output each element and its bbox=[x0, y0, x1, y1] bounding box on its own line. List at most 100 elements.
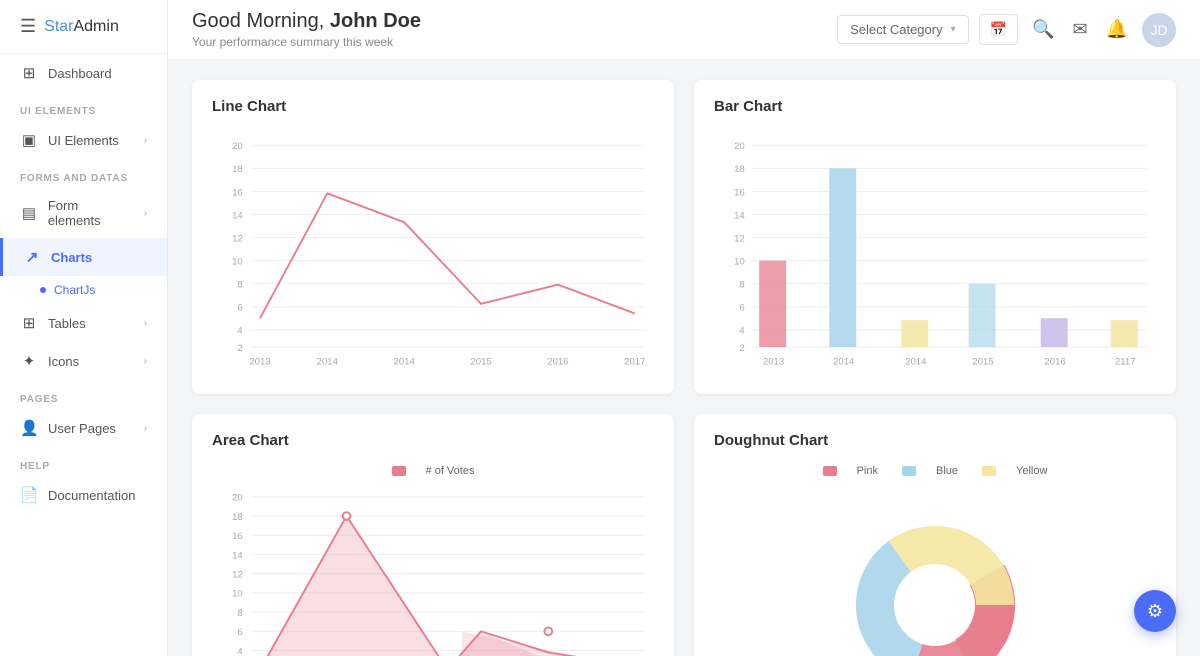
sidebar-item-charts[interactable]: ↗ Charts bbox=[0, 238, 167, 276]
legend-pink-label: Pink bbox=[857, 465, 878, 477]
user-pages-label: User Pages bbox=[48, 421, 116, 436]
sidebar-item-documentation[interactable]: 📄 Documentation bbox=[0, 476, 167, 514]
greeting-text: Good Morning, John Doe bbox=[192, 10, 825, 33]
svg-text:2016: 2016 bbox=[1044, 356, 1065, 367]
line-chart-card: Line Chart 20 18 16 14 12 10 bbox=[192, 80, 674, 394]
svg-text:2014: 2014 bbox=[317, 356, 339, 367]
user-pages-icon: 👤 bbox=[20, 419, 38, 437]
svg-text:12: 12 bbox=[232, 570, 243, 581]
svg-text:2013: 2013 bbox=[249, 356, 270, 367]
chevron-right-icon3: › bbox=[144, 318, 147, 329]
hamburger-icon[interactable]: ☰ bbox=[20, 16, 36, 37]
main-content: Good Morning, John Doe Your performance … bbox=[168, 0, 1200, 656]
sidebar: ☰ StarAdmin ⊞ Dashboard UI ELEMENTS ▣ UI… bbox=[0, 0, 168, 656]
area-chart-legend: # of Votes bbox=[212, 465, 654, 477]
area-chart-title: Area Chart bbox=[212, 432, 654, 449]
category-dropdown[interactable]: Select Category ▾ bbox=[837, 15, 969, 44]
svg-text:18: 18 bbox=[232, 164, 243, 175]
sidebar-item-user-pages[interactable]: 👤 User Pages › bbox=[0, 409, 167, 447]
topbar: Good Morning, John Doe Your performance … bbox=[168, 0, 1200, 60]
tables-icon: ⊞ bbox=[20, 314, 38, 332]
calendar-button[interactable]: 📅 bbox=[979, 14, 1018, 45]
search-icon[interactable]: 🔍 bbox=[1028, 15, 1058, 44]
chevron-right-icon2: › bbox=[144, 208, 147, 219]
sidebar-item-chartjs[interactable]: ChartJs bbox=[0, 276, 167, 304]
section-ui-elements: UI ELEMENTS bbox=[0, 92, 167, 121]
greeting-subtitle: Your performance summary this week bbox=[192, 35, 825, 49]
sidebar-item-tables[interactable]: ⊞ Tables › bbox=[0, 304, 167, 342]
dashboard-label: Dashboard bbox=[48, 66, 112, 81]
svg-text:20: 20 bbox=[232, 141, 243, 152]
legend-yellow-dot bbox=[982, 466, 996, 476]
category-label: Select Category bbox=[850, 22, 943, 37]
svg-text:4: 4 bbox=[237, 646, 243, 656]
svg-text:2017: 2017 bbox=[624, 356, 645, 367]
dashboard-icon: ⊞ bbox=[20, 64, 38, 82]
sidebar-item-dashboard[interactable]: ⊞ Dashboard bbox=[0, 54, 167, 92]
brand-star: Star bbox=[44, 18, 73, 35]
doughnut-chart-card: Doughnut Chart Pink Blue Yellow bbox=[694, 414, 1176, 656]
svg-text:2014: 2014 bbox=[833, 356, 855, 367]
settings-fab[interactable]: ⚙ bbox=[1134, 590, 1176, 632]
svg-text:12: 12 bbox=[734, 233, 745, 244]
svg-text:2014: 2014 bbox=[394, 356, 416, 367]
chevron-right-icon4: › bbox=[144, 356, 147, 367]
bell-icon[interactable]: 🔔 bbox=[1102, 15, 1132, 44]
bar-chart-card: Bar Chart 20 18 16 14 12 10 8 bbox=[694, 80, 1176, 394]
svg-text:2: 2 bbox=[237, 343, 242, 354]
ui-elements-label: UI Elements bbox=[48, 133, 119, 148]
svg-text:18: 18 bbox=[734, 164, 745, 175]
sidebar-item-icons[interactable]: ✦ Icons › bbox=[0, 342, 167, 380]
content-area: Line Chart 20 18 16 14 12 10 bbox=[168, 60, 1200, 656]
topbar-right: Select Category ▾ 📅 🔍 ✉ 🔔 JD bbox=[837, 13, 1176, 47]
sidebar-item-form-elements[interactable]: ▤ Form elements › bbox=[0, 188, 167, 238]
legend-blue-label: Blue bbox=[936, 465, 958, 477]
area-chart-svg: 20 18 16 14 12 10 8 6 4 2 2013 2014 2015… bbox=[212, 485, 654, 656]
doughnut-legend: Pink Blue Yellow bbox=[714, 465, 1156, 477]
avatar[interactable]: JD bbox=[1142, 13, 1176, 47]
doughnut-chart-title: Doughnut Chart bbox=[714, 432, 1156, 449]
line-chart-title: Line Chart bbox=[212, 98, 654, 115]
svg-text:2016: 2016 bbox=[547, 356, 568, 367]
svg-text:16: 16 bbox=[232, 531, 243, 542]
svg-text:10: 10 bbox=[232, 256, 243, 267]
calendar-icon: 📅 bbox=[990, 21, 1007, 37]
svg-text:6: 6 bbox=[237, 303, 242, 314]
bar-chart-title: Bar Chart bbox=[714, 98, 1156, 115]
line-chart-svg: 20 18 16 14 12 10 8 6 4 2 2013 2014 2014… bbox=[212, 131, 654, 371]
svg-text:2117: 2117 bbox=[1115, 356, 1136, 367]
form-icon: ▤ bbox=[20, 204, 38, 222]
section-pages: PAGES bbox=[0, 380, 167, 409]
form-elements-label: Form elements bbox=[48, 198, 134, 228]
svg-text:20: 20 bbox=[232, 493, 243, 504]
sidebar-item-ui-elements[interactable]: ▣ UI Elements › bbox=[0, 121, 167, 159]
legend-pink-dot bbox=[823, 466, 837, 476]
topbar-greeting: Good Morning, John Doe Your performance … bbox=[192, 10, 825, 49]
svg-text:16: 16 bbox=[232, 187, 243, 198]
svg-text:2014: 2014 bbox=[905, 356, 927, 367]
chevron-right-icon: › bbox=[144, 135, 147, 146]
mail-icon[interactable]: ✉ bbox=[1068, 15, 1091, 44]
svg-text:2015: 2015 bbox=[470, 356, 491, 367]
sidebar-logo: ☰ StarAdmin bbox=[0, 0, 167, 54]
charts-icon: ↗ bbox=[23, 248, 41, 266]
section-forms-datas: FORMS AND DATAS bbox=[0, 159, 167, 188]
chevron-right-icon5: › bbox=[144, 423, 147, 434]
user-name: John Doe bbox=[330, 10, 421, 32]
svg-text:2013: 2013 bbox=[763, 356, 784, 367]
ui-elements-icon: ▣ bbox=[20, 131, 38, 149]
documentation-icon: 📄 bbox=[20, 486, 38, 504]
svg-text:2015: 2015 bbox=[972, 356, 993, 367]
legend-yellow-label: Yellow bbox=[1016, 465, 1047, 477]
legend-blue-dot bbox=[902, 466, 916, 476]
svg-text:8: 8 bbox=[739, 280, 744, 291]
svg-text:20: 20 bbox=[734, 141, 745, 152]
svg-text:6: 6 bbox=[237, 627, 242, 638]
icons-icon: ✦ bbox=[20, 352, 38, 370]
svg-text:10: 10 bbox=[734, 256, 745, 267]
svg-text:8: 8 bbox=[237, 608, 242, 619]
area-chart-card: Area Chart # of Votes 20 18 16 bbox=[192, 414, 674, 656]
dot-icon bbox=[40, 287, 46, 293]
svg-text:2: 2 bbox=[739, 343, 744, 354]
svg-text:16: 16 bbox=[734, 187, 745, 198]
